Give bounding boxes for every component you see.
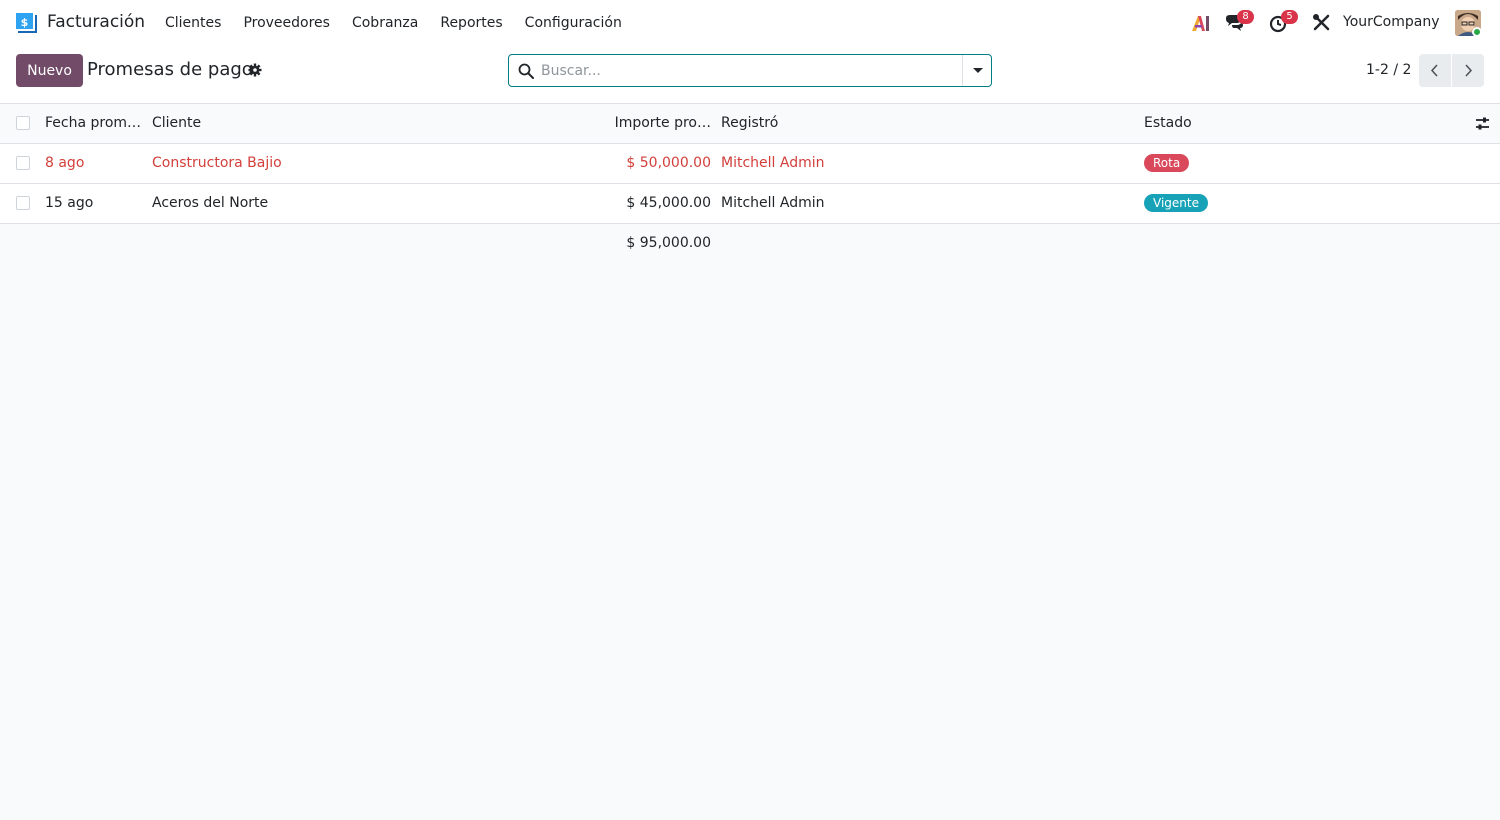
column-header-date[interactable]: Fecha prom… [45,104,145,143]
pager-value[interactable]: 1-2 / 2 [1366,62,1411,78]
row-checkbox[interactable] [16,196,30,210]
client-name: Constructora Bajio [152,155,282,171]
promise-date: 8 ago [45,155,85,171]
promised-amount: $ 45,000.00 [626,195,711,211]
search-input[interactable] [541,59,961,82]
company-switcher[interactable]: YourCompany [1343,14,1440,30]
menu-item-reportes[interactable]: Reportes [429,0,513,46]
chevron-right-icon [1465,64,1473,77]
menu-item-cobranza[interactable]: Cobranza [341,0,429,46]
promises-list: Fecha prom… Cliente Importe pro… Registr… [0,104,1500,264]
column-header-registered[interactable]: Registró [721,104,1121,143]
online-status-dot [1472,27,1482,37]
status-badge: Rota [1144,154,1190,172]
row-checkbox[interactable] [16,156,30,170]
ai-icon[interactable] [1191,14,1211,32]
pager-previous-button[interactable] [1419,54,1451,87]
app-name[interactable]: Facturación [47,12,145,32]
top-navbar: $ Facturación Clientes Proveedores Cobra… [0,0,1500,46]
amount-total: $ 95,000.00 [626,235,711,251]
debug-tools-icon[interactable] [1312,13,1331,32]
new-button[interactable]: Nuevo [16,54,83,87]
column-header-client[interactable]: Cliente [152,104,552,143]
gear-icon[interactable] [248,63,262,77]
column-header-amount[interactable]: Importe pro… [560,104,711,143]
menu-item-configuracion[interactable]: Configuración [514,0,633,46]
search-icon [518,63,534,79]
promised-amount: $ 50,000.00 [626,155,711,171]
control-panel: Nuevo Promesas de pago 1-2 / 2 [0,46,1500,104]
table-footer: $ 95,000.00 [0,224,1500,264]
activity-count-badge: 5 [1281,10,1298,24]
svg-text:$: $ [21,16,29,29]
select-all-checkbox[interactable] [16,116,30,130]
state-cell: Vigente [1144,184,1344,223]
registered-by: Mitchell Admin [721,155,825,171]
registered-by: Mitchell Admin [721,195,825,211]
table-row[interactable]: 15 ago Aceros del Norte $ 45,000.00 Mitc… [0,184,1500,224]
main-menu: Clientes Proveedores Cobranza Reportes C… [154,0,633,46]
chevron-left-icon [1430,64,1438,77]
status-badge: Vigente [1144,194,1208,212]
menu-item-clientes[interactable]: Clientes [154,0,232,46]
search-bar [508,54,992,87]
client-name: Aceros del Norte [152,195,269,211]
state-cell: Rota [1144,144,1344,183]
promise-date: 15 ago [45,195,94,211]
menu-item-proveedores[interactable]: Proveedores [232,0,341,46]
column-header-state[interactable]: Estado [1144,104,1344,143]
search-options-toggle[interactable] [962,55,991,86]
invoicing-app-icon[interactable]: $ [14,11,37,34]
page-title[interactable]: Promesas de pago [87,59,253,80]
chevron-down-icon [973,68,983,73]
chat-count-badge: 8 [1237,10,1254,24]
optional-columns-icon[interactable] [1475,116,1490,131]
table-header: Fecha prom… Cliente Importe pro… Registr… [0,104,1500,144]
pager-next-button[interactable] [1452,54,1484,87]
table-row[interactable]: 8 ago Constructora Bajio $ 50,000.00 Mit… [0,144,1500,184]
